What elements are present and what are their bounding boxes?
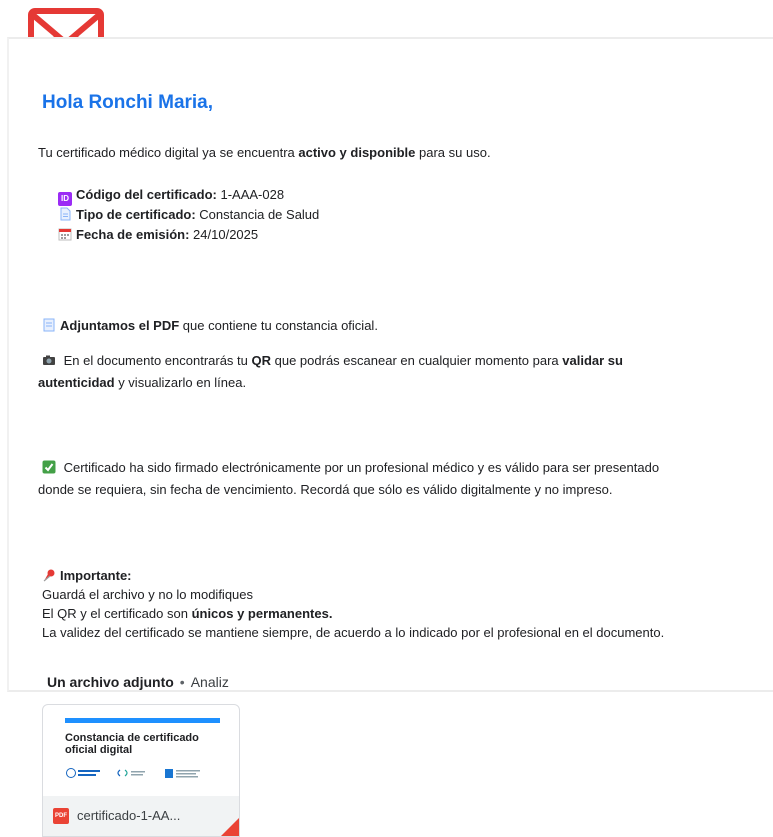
preview-title: Constancia de certificado oficial digita… <box>65 732 199 756</box>
document-icon <box>43 318 55 332</box>
attachment-card[interactable]: Constancia de certificado oficial digita… <box>42 704 240 837</box>
detail-date: Fecha de emisión: 24/10/2025 <box>58 225 258 244</box>
id-icon: ID <box>58 192 72 206</box>
intro-text: Tu certificado médico digital ya se encu… <box>38 145 491 160</box>
qr-note: En el documento encontrarás tu QR que po… <box>42 351 623 370</box>
check-icon <box>42 460 56 474</box>
scan-status: Analiz <box>190 674 229 690</box>
detail-type: Tipo de certificado: Constancia de Salud <box>58 205 319 224</box>
attachments-header: Un archivo adjunto • Analiz <box>47 674 229 690</box>
corner-fold-icon <box>221 818 239 836</box>
important-title: Importante: <box>42 566 132 585</box>
pushpin-icon <box>43 569 55 582</box>
document-icon <box>60 207 71 221</box>
attachment-filename[interactable]: certificado-1-AA... <box>77 808 180 823</box>
greeting: Hola Ronchi Maria, <box>42 92 214 113</box>
important-line3: La validez del certificado se mantiene s… <box>42 625 665 640</box>
pdf-note: Adjuntamos el PDF que contiene tu consta… <box>42 316 378 335</box>
detail-code: ID Código del certificado: 1-AAA-028 <box>58 185 284 206</box>
pdf-file-icon: PDF <box>53 808 69 824</box>
important-line2: El QR y el certificado son únicos y perm… <box>42 606 333 621</box>
qr-note-line2: autenticidad y visualizarlo en línea. <box>38 375 247 390</box>
preview-header-bar <box>65 718 220 723</box>
attachment-footer: PDF certificado-1-AA... <box>43 796 239 836</box>
signed-note: Certificado ha sido firmado electrónicam… <box>42 458 659 477</box>
signed-note-line2: donde se requiera, sin fecha de vencimie… <box>38 482 613 497</box>
preview-logos <box>66 768 200 778</box>
camera-icon <box>43 355 55 365</box>
important-line1: Guardá el archivo y no lo modifiques <box>42 587 254 602</box>
calendar-icon <box>58 228 72 241</box>
